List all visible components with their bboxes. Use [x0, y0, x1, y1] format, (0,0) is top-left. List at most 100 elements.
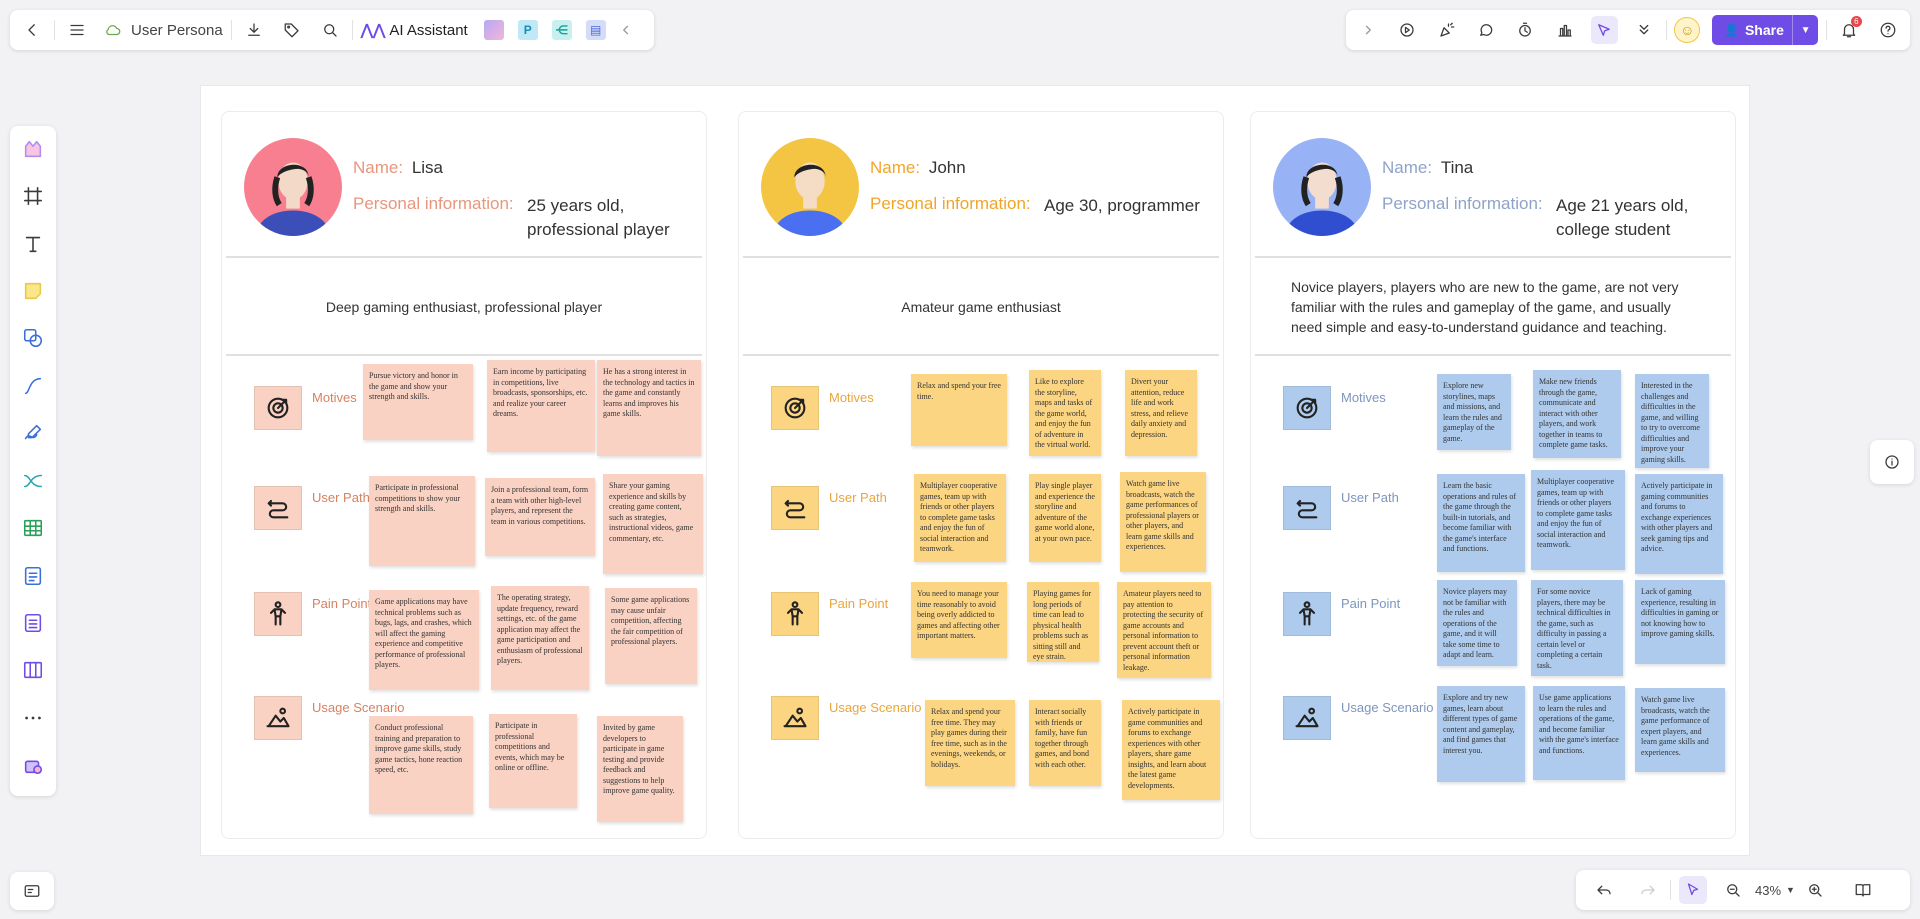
sticky-note[interactable]: Playing games for long periods of time c… — [1027, 582, 1099, 662]
doc-title[interactable]: User Persona — [131, 22, 223, 39]
sticky-note[interactable]: Pursue victory and honor in the game and… — [363, 364, 473, 440]
sticky-note[interactable]: Like to explore the storyline, maps and … — [1029, 370, 1101, 456]
mindmap-ai-icon[interactable]: ⋲ — [551, 20, 572, 40]
celebrate-icon[interactable] — [1433, 16, 1460, 44]
present-icon[interactable] — [1393, 16, 1420, 44]
sticky-note[interactable]: Join a professional team, form a team wi… — [485, 478, 595, 556]
more-chevron-icon[interactable] — [1630, 16, 1657, 44]
persona-avatar[interactable] — [761, 138, 859, 236]
share-button[interactable]: 👤 Share ▼ — [1712, 15, 1819, 45]
minimap-icon — [18, 877, 46, 905]
ppt-ai-icon[interactable]: P — [517, 20, 538, 40]
frame-icon[interactable] — [16, 179, 50, 212]
sticky-note[interactable]: Multiplayer cooperative games, team up w… — [914, 474, 1006, 562]
expand-chevron-icon[interactable] — [1354, 16, 1381, 44]
sticky-note[interactable]: Actively participate in game communities… — [1122, 700, 1220, 800]
sticky-note[interactable]: Share your gaming experience and skills … — [603, 474, 703, 574]
sticky-note[interactable]: Earn income by participating in competit… — [487, 360, 595, 452]
undo-icon[interactable] — [1590, 876, 1618, 904]
sticky-note[interactable]: Watch game live broadcasts, watch the ga… — [1635, 688, 1725, 772]
ai-assistant-button[interactable]: ⋀⋀ AI Assistant — [361, 21, 468, 40]
info-line: 25 years old, — [527, 196, 625, 215]
templates-icon[interactable] — [16, 132, 50, 165]
sticky-note[interactable]: For some novice players, there may be te… — [1531, 580, 1623, 676]
sticky-note[interactable]: Multiplayer cooperative games, team up w… — [1531, 470, 1625, 570]
minimap-button[interactable] — [10, 872, 54, 910]
document-icon[interactable] — [16, 559, 50, 592]
sticky-note[interactable]: Learn the basic operations and rules of … — [1437, 474, 1525, 572]
sticky-note[interactable]: Invited by game developers to participat… — [597, 716, 683, 822]
sticky-note[interactable]: Watch game live broadcasts, watch the ga… — [1120, 472, 1206, 572]
sticky-note-icon[interactable] — [16, 274, 50, 307]
sticky-note[interactable]: Actively participate in gaming communiti… — [1635, 474, 1723, 574]
sticky-note[interactable]: Amateur players need to pay attention to… — [1117, 582, 1211, 678]
sticky-note[interactable]: Play single player and experience the st… — [1029, 474, 1101, 562]
sticky-note[interactable]: Relax and spend your free time. — [911, 374, 1007, 446]
table-icon[interactable] — [16, 511, 50, 544]
sticky-note[interactable]: Make new friends through the game, commu… — [1533, 370, 1621, 458]
image-ai-icon[interactable] — [483, 20, 504, 40]
sticky-note[interactable]: Game applications may have technical pro… — [369, 590, 479, 690]
sticky-note[interactable]: Relax and spend your free time. They may… — [925, 700, 1015, 786]
zoom-dropdown-icon[interactable]: ▼ — [1786, 885, 1795, 895]
whiteboard-canvas[interactable]: Name: Lisa Personal information: 25 year… — [200, 85, 1750, 856]
menu-icon[interactable] — [63, 16, 91, 44]
sticky-note[interactable]: Explore new storylines, maps and mission… — [1437, 374, 1511, 450]
sticky-note[interactable]: Novice players may not be familiar with … — [1437, 580, 1517, 666]
mindmap-icon[interactable] — [16, 464, 50, 497]
tag-icon[interactable] — [278, 16, 306, 44]
select-cursor-icon[interactable] — [1679, 876, 1707, 904]
category-label: User Path — [1341, 489, 1399, 505]
user-avatar[interactable]: ☺ — [1674, 17, 1700, 43]
collapse-chevron-icon[interactable] — [612, 16, 640, 44]
search-icon[interactable] — [316, 16, 344, 44]
laser-pointer-icon[interactable] — [1590, 16, 1619, 44]
shapes-icon[interactable] — [16, 322, 50, 355]
kanban-icon[interactable] — [16, 654, 50, 687]
back-icon[interactable] — [18, 16, 46, 44]
sticky-note[interactable]: Interact socially with friends or family… — [1029, 700, 1101, 786]
list-icon[interactable] — [16, 606, 50, 639]
sticky-note[interactable]: Divert your attention, reduce life and w… — [1125, 370, 1197, 456]
persona-card-tina[interactable]: Name: Tina Personal information: Age 21 … — [1250, 111, 1736, 839]
persona-avatar[interactable] — [1273, 138, 1371, 236]
motives-icon — [771, 386, 819, 430]
comment-icon[interactable] — [1472, 16, 1499, 44]
sticky-note[interactable]: Participate in professional competitions… — [489, 714, 577, 808]
sticky-note[interactable]: The operating strategy, update frequency… — [491, 586, 589, 690]
sticky-note[interactable]: Explore and try new games, learn about d… — [1437, 686, 1525, 782]
sticky-note[interactable]: You need to manage your time reasonably … — [911, 582, 1007, 658]
more-tools-icon[interactable] — [16, 701, 50, 734]
text-icon[interactable] — [16, 227, 50, 260]
sticky-note[interactable]: Some game applications may cause unfair … — [605, 588, 697, 684]
persona-avatar[interactable] — [244, 138, 342, 236]
zoom-in-icon[interactable] — [1801, 876, 1829, 904]
apps-icon[interactable] — [16, 748, 50, 781]
sticky-note[interactable]: Use game applications to learn the rules… — [1533, 686, 1625, 780]
info-button[interactable] — [1870, 440, 1914, 484]
chat-ai-icon[interactable]: ▤ — [585, 20, 606, 40]
sticky-note[interactable]: Participate in professional competitions… — [369, 476, 475, 566]
category-label: Usage Scenario — [312, 699, 405, 715]
redo-icon[interactable] — [1634, 876, 1662, 904]
zoom-out-icon[interactable] — [1719, 876, 1747, 904]
pen-icon[interactable] — [16, 417, 50, 450]
download-icon[interactable] — [240, 16, 268, 44]
sticky-note[interactable]: He has a strong interest in the technolo… — [597, 360, 701, 456]
help-icon[interactable] — [1875, 16, 1902, 44]
connector-icon[interactable] — [16, 369, 50, 402]
book-icon[interactable] — [1849, 876, 1877, 904]
persona-card-lisa[interactable]: Name: Lisa Personal information: 25 year… — [221, 111, 707, 839]
zoom-level[interactable]: 43% — [1755, 883, 1781, 898]
name-field: Name: Tina — [1382, 158, 1473, 178]
share-dropdown-icon[interactable]: ▼ — [1792, 15, 1818, 45]
info-key: Personal information: — [353, 194, 514, 213]
sticky-note[interactable]: Conduct professional training and prepar… — [369, 716, 473, 814]
persona-card-john[interactable]: Name: John Personal information: Age 30,… — [738, 111, 1224, 839]
sticky-note[interactable]: Lack of gaming experience, resulting in … — [1635, 580, 1725, 664]
sticky-note[interactable]: Interested in the challenges and difficu… — [1635, 374, 1709, 468]
vote-icon[interactable] — [1551, 16, 1578, 44]
info-line: college student — [1556, 220, 1671, 239]
timer-icon[interactable] — [1512, 16, 1539, 44]
notification-bell-icon[interactable]: 6 — [1835, 16, 1862, 44]
